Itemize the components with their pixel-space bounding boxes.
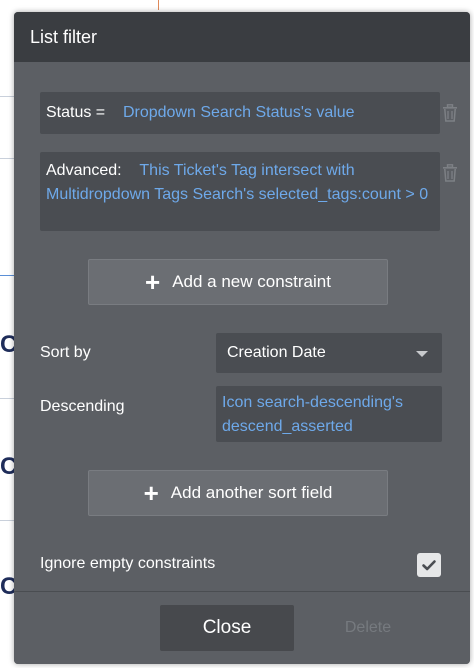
constraint-label: Advanced: — [46, 162, 122, 179]
plus-icon: + — [143, 478, 159, 508]
check-icon — [422, 560, 436, 571]
background-row-line — [0, 520, 14, 521]
panel-title: List filter — [30, 27, 98, 47]
background-text: Cu — [0, 575, 14, 599]
add-constraint-button[interactable]: + Add a new constraint — [88, 259, 388, 305]
add-constraint-label: Add a new constraint — [172, 272, 331, 291]
trash-icon[interactable] — [442, 164, 458, 182]
ignore-empty-label: Ignore empty constraints — [40, 555, 216, 572]
panel-header: List filter — [14, 12, 470, 62]
plus-icon: + — [145, 267, 161, 297]
background-row-line — [0, 398, 14, 399]
constraint-expression[interactable]: Dropdown Search Status's value — [123, 104, 355, 121]
background-row-line — [0, 275, 14, 276]
background-row-line — [0, 158, 14, 159]
background-text: Cu — [0, 333, 14, 357]
chevron-down-icon — [416, 351, 428, 357]
list-filter-panel: List filter Status = Dropdown Search Sta… — [14, 12, 470, 664]
close-button[interactable]: Close — [160, 605, 294, 651]
add-sort-field-button[interactable]: + Add another sort field — [88, 470, 388, 516]
constraint-status[interactable]: Status = Dropdown Search Status's value — [40, 92, 440, 134]
constraint-advanced[interactable]: Advanced: This Ticket's Tag intersect wi… — [40, 152, 440, 231]
descending-label: Descending — [40, 398, 125, 415]
background-text: Cu — [0, 455, 14, 479]
descending-expression-field[interactable]: Icon search-descending's descend_asserte… — [216, 386, 442, 442]
sort-field-value: Creation Date — [227, 344, 326, 361]
panel-footer: Close Delete — [14, 592, 470, 664]
delete-button: Delete — [344, 619, 392, 636]
add-sort-field-label: Add another sort field — [170, 483, 333, 502]
background-divider — [158, 0, 159, 10]
sort-field-select[interactable]: Creation Date — [216, 333, 442, 373]
constraint-label: Status = — [46, 104, 106, 121]
sort-by-label: Sort by — [40, 344, 91, 361]
ignore-empty-checkbox[interactable] — [417, 553, 441, 577]
background-row-line — [0, 96, 14, 97]
trash-icon[interactable] — [442, 104, 458, 122]
